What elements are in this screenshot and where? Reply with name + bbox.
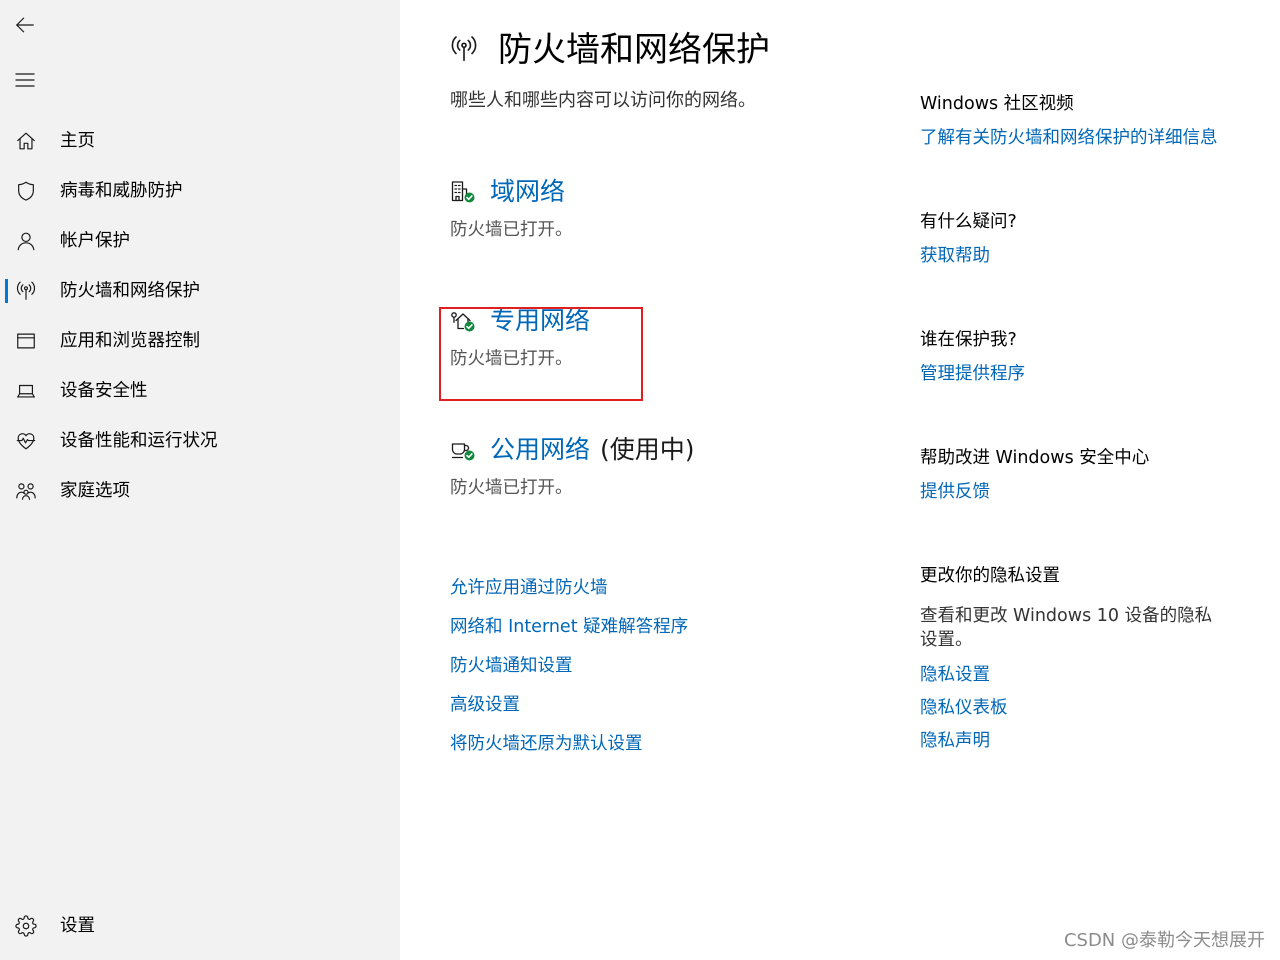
sidebar: 主页 病毒和威胁防护 帐户保护 防火墙和网络保护 应用和浏览器控制 设备安全性 … [0, 0, 400, 960]
sidebar-item-label: 应用和浏览器控制 [60, 331, 200, 351]
sidebar-item-app-browser-control[interactable]: 应用和浏览器控制 [0, 316, 400, 366]
sidebar-item-label: 病毒和威胁防护 [60, 181, 183, 201]
selected-indicator [5, 279, 8, 303]
gear-icon [15, 915, 37, 937]
allow-app-through-firewall-link[interactable]: 允许应用通过防火墙 [450, 576, 850, 615]
get-help-link[interactable]: 获取帮助 [920, 244, 1240, 268]
family-icon [16, 483, 36, 500]
sidebar-item-account-protection[interactable]: 帐户保护 [0, 216, 400, 266]
shield-icon [18, 181, 34, 201]
heart-pulse-icon [16, 433, 36, 450]
manage-providers-link[interactable]: 管理提供程序 [920, 362, 1240, 386]
person-icon [17, 232, 35, 251]
back-button[interactable] [0, 1, 50, 49]
domain-network-icon [451, 181, 475, 203]
feedback-heading: 帮助改进 Windows 安全中心 [920, 448, 1150, 468]
network-heading: 公用网络 (使用中) [490, 433, 695, 467]
main-content: 防火墙和网络保护 哪些人和哪些内容可以访问你的网络。 域网络 防火墙已打开。 专… [400, 0, 1280, 960]
sidebar-item-label: 帐户保护 [60, 231, 130, 251]
sidebar-item-virus-protection[interactable]: 病毒和威胁防护 [0, 166, 400, 216]
sidebar-item-firewall[interactable]: 防火墙和网络保护 [0, 266, 400, 316]
feedback-section: 帮助改进 Windows 安全中心 提供反馈 [920, 446, 1240, 504]
hamburger-menu-icon [15, 73, 35, 87]
help-heading: 有什么疑问? [920, 212, 1017, 232]
public-network-section: 公用网络 (使用中) 防火墙已打开。 [400, 433, 820, 503]
sidebar-item-label: 家庭选项 [60, 481, 130, 501]
help-section: 有什么疑问? 获取帮助 [920, 210, 1240, 268]
watermark: CSDN @泰勒今天想展开 [1063, 930, 1265, 951]
sidebar-item-label: 设置 [60, 916, 95, 936]
network-troubleshooter-link[interactable]: 网络和 Internet 疑难解答程序 [450, 615, 850, 654]
privacy-settings-link[interactable]: 隐私设置 [920, 663, 1240, 687]
page-title: 防火墙和网络保护 [498, 30, 770, 70]
app-browser-window-icon [17, 333, 35, 349]
sidebar-item-settings[interactable]: 设置 [0, 901, 400, 951]
learn-more-link[interactable]: 了解有关防火墙和网络保护的详细信息 [920, 126, 1240, 150]
public-network-link[interactable]: 公用网络 [490, 435, 590, 464]
sidebar-item-label: 防火墙和网络保护 [60, 281, 200, 301]
home-icon [17, 132, 35, 150]
sidebar-item-label: 设备性能和运行状况 [60, 431, 218, 451]
sidebar-item-label: 设备安全性 [60, 381, 148, 401]
protector-heading: 谁在保护我? [920, 330, 1017, 350]
network-heading: 域网络 [490, 175, 565, 209]
page-subtitle: 哪些人和哪些内容可以访问你的网络。 [450, 90, 756, 111]
network-status: 防火墙已打开。 [450, 478, 573, 498]
laptop-icon [17, 384, 35, 398]
sidebar-item-family-options[interactable]: 家庭选项 [0, 466, 400, 516]
restore-firewall-defaults-link[interactable]: 将防火墙还原为默认设置 [450, 732, 850, 771]
privacy-dashboard-link[interactable]: 隐私仪表板 [920, 696, 1240, 720]
community-section: Windows 社区视频 了解有关防火墙和网络保护的详细信息 [920, 92, 1240, 150]
network-in-use-label: (使用中) [600, 435, 695, 464]
public-network-icon [451, 443, 475, 461]
give-feedback-link[interactable]: 提供反馈 [920, 480, 1240, 504]
domain-network-section: 域网络 防火墙已打开。 [400, 175, 820, 245]
sidebar-item-home[interactable]: 主页 [0, 116, 400, 166]
privacy-statement-link[interactable]: 隐私声明 [920, 729, 1240, 753]
advanced-settings-link[interactable]: 高级设置 [450, 693, 850, 732]
firewall-notification-settings-link[interactable]: 防火墙通知设置 [450, 654, 850, 693]
community-heading: Windows 社区视频 [920, 94, 1074, 114]
related-info-column: Windows 社区视频 了解有关防火墙和网络保护的详细信息 有什么疑问? 获取… [920, 92, 1240, 753]
sidebar-item-label: 主页 [60, 131, 95, 151]
privacy-section: 更改你的隐私设置 查看和更改 Windows 10 设备的隐私设置。 隐私设置 … [920, 564, 1240, 753]
firewall-actions-list: 允许应用通过防火墙 网络和 Internet 疑难解答程序 防火墙通知设置 高级… [450, 576, 850, 771]
sidebar-item-device-security[interactable]: 设备安全性 [0, 366, 400, 416]
sidebar-item-device-performance[interactable]: 设备性能和运行状况 [0, 416, 400, 466]
privacy-heading: 更改你的隐私设置 [920, 566, 1060, 586]
back-arrow-icon [16, 17, 34, 33]
menu-button[interactable] [0, 56, 50, 104]
firewall-antenna-icon [16, 281, 36, 300]
privacy-description: 查看和更改 Windows 10 设备的隐私设置。 [920, 606, 1213, 650]
annotation-highlight-box [439, 307, 643, 401]
sidebar-nav: 主页 病毒和威胁防护 帐户保护 防火墙和网络保护 应用和浏览器控制 设备安全性 … [0, 116, 400, 516]
domain-network-link[interactable]: 域网络 [490, 177, 565, 206]
firewall-antenna-icon [451, 36, 477, 62]
protector-section: 谁在保护我? 管理提供程序 [920, 328, 1240, 386]
network-status: 防火墙已打开。 [450, 220, 573, 240]
